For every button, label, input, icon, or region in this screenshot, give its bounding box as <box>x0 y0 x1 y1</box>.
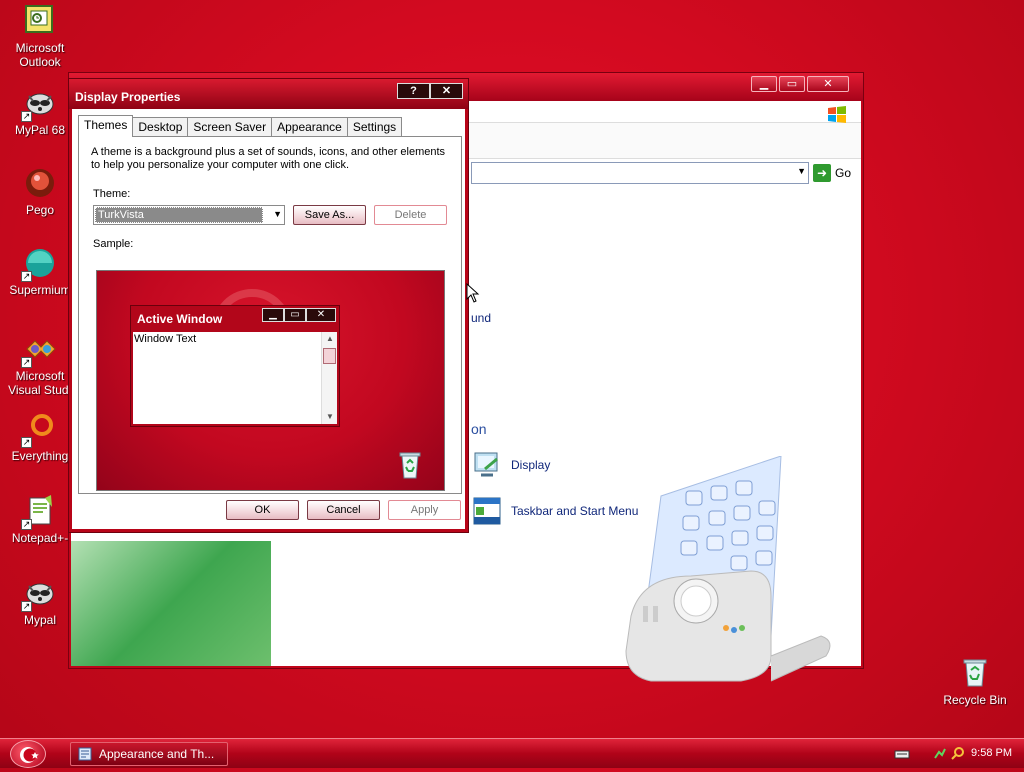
system-tray: 9:58 PM <box>884 739 1024 769</box>
mypal-icon: ↗ <box>21 86 57 122</box>
desktop-icon-label: Mypal <box>23 613 56 627</box>
cancel-button[interactable]: Cancel <box>307 500 380 520</box>
desktop-icon-label: Visual Stud. <box>8 383 72 397</box>
desktop-icon-notepad[interactable]: ↗ Notepad+- <box>2 494 78 545</box>
maximize-button[interactable]: ▭ <box>779 76 805 92</box>
tab-appearance[interactable]: Appearance <box>271 117 348 136</box>
dialog-title: Display Properties <box>75 90 181 104</box>
outlook-icon <box>23 4 57 38</box>
start-logo-icon <box>20 747 39 763</box>
desktop-icon-label: Outlook <box>19 55 61 69</box>
go-button[interactable]: ➜ Go <box>813 164 851 182</box>
everything-icon: ↗ <box>21 412 57 448</box>
sidebar-graphic <box>71 541 271 666</box>
taskbar-button-label: Appearance and Th... <box>99 747 215 761</box>
theme-description: A theme is a background plus a set of so… <box>91 146 446 171</box>
desktop-icon-label: Microsoft <box>15 41 65 55</box>
clock[interactable]: 9:58 PM <box>971 747 1012 759</box>
close-button[interactable]: ✕ <box>807 76 849 92</box>
theme-select[interactable]: TurkVista ▼ <box>93 205 285 225</box>
desktop-icon-label: Notepad+- <box>11 531 69 545</box>
mouse-cursor-icon <box>466 283 480 303</box>
sample-maximize-icon: ▭ <box>284 308 306 322</box>
windows-logo-icon <box>828 106 846 123</box>
tab-themes[interactable]: Themes <box>78 115 134 137</box>
desktop-icon-label: MyPal 68 <box>14 123 66 137</box>
sample-active-window: Active Window ▁ ▭ ✕ Window Text ▲ ▼ <box>130 305 340 427</box>
chevron-down-icon[interactable]: ▼ <box>273 209 282 219</box>
minimize-button[interactable]: ▁ <box>751 76 777 92</box>
theme-label: Theme: <box>93 188 131 200</box>
scroll-thumb <box>323 348 336 364</box>
sound-link-partial[interactable]: und <box>471 311 491 325</box>
taskbar: Appearance and Th... 9:58 PM <box>0 738 1024 768</box>
tab-settings[interactable]: Settings <box>346 117 403 136</box>
recycle-bin-icon <box>958 656 992 690</box>
desktop-icon-mypal[interactable]: ↗ Mypal <box>2 576 78 627</box>
recycle-bin-icon <box>399 452 421 479</box>
theme-sample-preview: Active Window ▁ ▭ ✕ Window Text ▲ ▼ <box>96 270 445 491</box>
tab-strip: Themes Desktop Screen Saver Appearance S… <box>78 115 403 137</box>
desktop-icon-label: Everything <box>11 449 69 463</box>
start-button[interactable] <box>10 740 46 768</box>
network-icon[interactable] <box>932 746 948 762</box>
go-arrow-icon: ➜ <box>813 164 831 182</box>
sample-scrollbar: ▲ ▼ <box>321 332 337 424</box>
desktop-icon-pego[interactable]: Pego <box>2 166 78 217</box>
chevron-down-icon[interactable]: ▼ <box>797 166 806 176</box>
control-panel-icon <box>78 747 92 761</box>
scroll-down-icon: ▼ <box>326 412 334 421</box>
desktop-icon-recycle-bin[interactable]: Recycle Bin <box>937 656 1013 707</box>
sample-label: Sample: <box>93 238 134 250</box>
delete-button[interactable]: Delete <box>374 205 447 225</box>
taskbar-label: Taskbar and Start Menu <box>511 504 639 518</box>
display-icon <box>474 452 498 477</box>
sample-window-title: Active Window <box>137 312 223 326</box>
taskbar-start-menu-link[interactable]: Taskbar and Start Menu <box>471 495 638 527</box>
desktop-icon-outlook[interactable]: Microsoft Outlook <box>2 4 78 69</box>
apply-button[interactable]: Apply <box>388 500 461 520</box>
sample-minimize-icon: ▁ <box>262 308 284 322</box>
display-link[interactable]: Display <box>471 449 550 481</box>
search-icon[interactable] <box>950 746 966 762</box>
dialog-title-bar[interactable]: Display Properties ? ✕ <box>69 79 468 109</box>
desktop-icon-everything[interactable]: ↗ Everything <box>2 412 78 463</box>
desktop-icon-label: Microsoft <box>15 369 65 383</box>
theme-select-value: TurkVista <box>95 207 263 223</box>
ok-button[interactable]: OK <box>226 500 299 520</box>
desktop-icon-label: Recycle Bin <box>943 693 1007 707</box>
save-as-button[interactable]: Save As... <box>293 205 366 225</box>
visual-studio-icon: ↗ <box>21 332 57 368</box>
themes-panel: A theme is a background plus a set of so… <box>78 136 462 494</box>
desktop-icon-visual-studio[interactable]: ↗ Microsoft Visual Stud. <box>2 332 78 397</box>
notepad-icon: ↗ <box>21 494 57 530</box>
help-button[interactable]: ? <box>397 83 430 99</box>
supermium-icon: ↗ <box>21 246 57 282</box>
close-button[interactable]: ✕ <box>430 83 463 99</box>
sample-window-text: Window Text <box>134 333 197 345</box>
tab-screen-saver[interactable]: Screen Saver <box>187 117 273 136</box>
category-heading-partial: on <box>471 421 487 437</box>
dialog-body: Themes Desktop Screen Saver Appearance S… <box>72 109 465 529</box>
taskbar-button-appearance[interactable]: Appearance and Th... <box>70 742 228 766</box>
desktop-icon-label: Supermium <box>9 283 71 297</box>
desktop-icon-mypal68[interactable]: ↗ MyPal 68 <box>2 86 78 137</box>
sample-close-icon: ✕ <box>306 308 336 322</box>
taskbar-icon <box>473 497 501 525</box>
pego-icon <box>23 166 57 200</box>
keyboard-icon[interactable] <box>894 746 910 762</box>
tab-desktop[interactable]: Desktop <box>132 117 189 136</box>
scroll-up-icon: ▲ <box>326 334 334 343</box>
address-bar[interactable]: ▼ <box>471 162 809 184</box>
desktop-icon-label: Pego <box>25 203 55 217</box>
desktop-icon-supermium[interactable]: ↗ Supermium <box>2 246 78 297</box>
mypal-icon: ↗ <box>21 576 57 612</box>
display-properties-dialog[interactable]: Display Properties ? ✕ Themes Desktop Sc… <box>68 78 469 533</box>
go-label: Go <box>835 166 852 180</box>
sample-window-client: Window Text ▲ ▼ <box>133 332 337 424</box>
display-label: Display <box>511 458 551 472</box>
control-panel-artwork-icon <box>625 456 831 682</box>
